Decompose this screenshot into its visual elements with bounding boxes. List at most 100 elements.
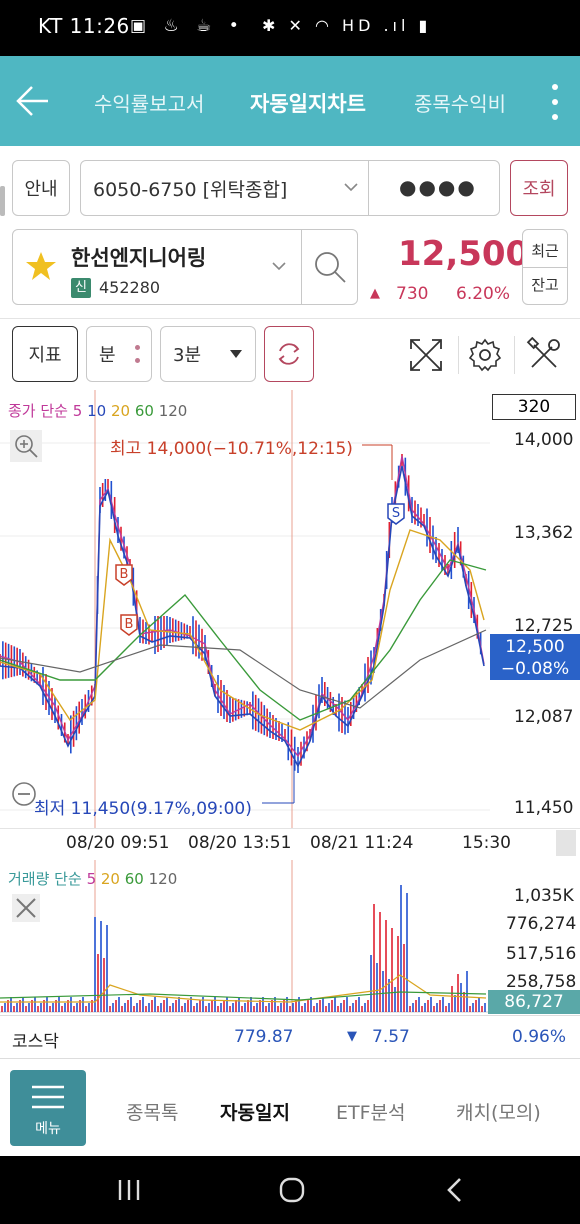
buy-marker-label: B [125, 617, 134, 632]
nav-etf-analysis[interactable]: ETF분석 [336, 1098, 406, 1125]
volume-ma60-line [0, 991, 487, 1001]
divider [368, 161, 369, 215]
ma10-line [0, 465, 485, 768]
back-icon[interactable] [444, 1176, 464, 1204]
android-nav-bar [0, 1156, 580, 1224]
bottom-nav: 메뉴 종목톡 자동일지 ETF분석 캐치(모의) [0, 1060, 580, 1156]
account-select[interactable]: 6050-6750 [위탁종합] ●●●● [80, 160, 500, 216]
stock-selector[interactable]: 한선엔지니어링 신 452280 [12, 229, 358, 305]
up-triangle-icon: ▲ [370, 286, 380, 301]
star-favorite-icon[interactable] [25, 250, 57, 282]
unit-label: 분 [99, 345, 116, 366]
kosdaq-name: 코스닥 [12, 1032, 59, 1052]
legend-ma20: 20 [110, 402, 131, 420]
volume-legend-prefix: 거래량 단순 [8, 870, 82, 888]
kosdaq-value: 779.87 [234, 1027, 294, 1047]
unit-select[interactable]: 분 [86, 326, 152, 382]
new-listing-badge: 신 [71, 278, 91, 298]
current-price: 12,500 [398, 234, 530, 274]
legend-ma5: 5 [72, 402, 83, 420]
tab-auto-journal-chart[interactable]: 자동일지차트 [250, 88, 366, 118]
app-header: 수익률보고서 자동일지차트 종목수익비 [0, 56, 580, 146]
chart-area[interactable]: B B S 종가 단순 5 10 20 60 120 320 최고 14,000(−… [0, 390, 580, 1015]
divider [301, 230, 302, 304]
tab-stock-return[interactable]: 종목수익비 [414, 88, 506, 117]
indicator-button[interactable]: 지표 [12, 326, 78, 382]
current-price-pct: −0.08% [500, 659, 570, 679]
fullscreen-icon[interactable] [408, 337, 444, 373]
ma60-line [0, 559, 487, 721]
volume-tick: 1,035K [514, 886, 574, 906]
y-tick: 13,362 [514, 523, 574, 543]
legend-ma10: 10 [87, 402, 107, 420]
sell-marker-label: S [392, 506, 400, 521]
x-tick: 08/20 09:51 [66, 833, 170, 853]
tab-return-report[interactable]: 수익률보고서 [94, 88, 204, 117]
volume-current-tag: 86,727 [488, 990, 580, 1014]
more-vert-icon[interactable] [548, 80, 562, 124]
guide-button[interactable]: 안내 [12, 160, 70, 216]
menu-button[interactable]: 메뉴 [10, 1070, 86, 1146]
y-tick: 11,450 [514, 798, 574, 818]
nav-auto-journal[interactable]: 자동일지 [220, 1098, 290, 1125]
chevron-down-icon [344, 183, 358, 192]
volume-legend: 거래량 단순 5 20 60 120 [8, 868, 177, 889]
high-annotation: 최고 14,000(−10.71%,12:15) [110, 439, 353, 459]
password-field[interactable]: ●●●● [399, 175, 477, 199]
gear-icon[interactable] [468, 337, 502, 373]
current-price-tag: 12,500 −0.08% [490, 634, 580, 680]
account-value: 6050-6750 [위탁종합] [93, 178, 288, 201]
legend-ma120: 120 [158, 402, 188, 420]
legend-ma60: 60 [134, 402, 154, 420]
stock-code: 452280 [99, 278, 161, 297]
volume-tick: 517,516 [506, 944, 577, 964]
volume-ma60: 60 [124, 870, 144, 888]
x-tick: 15:30 [462, 833, 511, 853]
kosdaq-ticker[interactable]: 코스닥 779.87 ▼ 7.57 0.96% [0, 1015, 580, 1059]
close-icon[interactable] [12, 894, 40, 922]
chevron-down-icon [272, 262, 286, 271]
volume-ma20: 20 [100, 870, 120, 888]
recent-balance-toggle[interactable]: 최근 잔고 [522, 229, 568, 305]
volume-ma120: 120 [148, 870, 178, 888]
divider [458, 336, 459, 374]
x-tick: 08/20 13:51 [188, 833, 292, 853]
buy-marker-label: B [120, 567, 129, 582]
back-arrow-icon[interactable] [14, 78, 50, 124]
volume-tick: 258,758 [506, 972, 577, 992]
legend-prefix: 종가 단순 [8, 402, 68, 420]
y-tick: 12,725 [514, 616, 574, 636]
kosdaq-pct: 0.96% [512, 1027, 567, 1047]
candlestick-chart[interactable]: B B S [0, 390, 580, 1015]
kosdaq-change: 7.57 [372, 1027, 410, 1047]
balance-label: 잔고 [531, 275, 559, 294]
nav-stock-talk[interactable]: 종목톡 [126, 1098, 178, 1125]
tools-icon[interactable] [526, 337, 562, 373]
current-price-value: 12,500 [505, 637, 565, 657]
side-handle[interactable] [0, 186, 5, 216]
nav-catch-mock[interactable]: 캐치(모의) [456, 1098, 541, 1125]
search-icon[interactable] [313, 250, 347, 284]
hamburger-icon [32, 1085, 64, 1109]
y-tick: 12,087 [514, 707, 574, 727]
stock-name: 한선엔지니어링 [71, 246, 207, 270]
volume-tick: 776,274 [506, 914, 577, 934]
refresh-button[interactable] [264, 326, 314, 382]
interval-select[interactable]: 3분 [160, 326, 256, 382]
recent-label: 최근 [531, 241, 559, 260]
status-time: KT 11:26 [38, 14, 130, 38]
down-triangle-icon: ▼ [347, 1029, 357, 1044]
query-button[interactable]: 조회 [510, 160, 568, 216]
menu-label: 메뉴 [35, 1121, 61, 1137]
zoom-in-icon[interactable] [10, 430, 42, 462]
home-icon[interactable] [278, 1176, 306, 1204]
price-change: 730 [396, 284, 429, 304]
bar-count-box[interactable]: 320 [492, 394, 576, 420]
x-tick: 08/21 11:24 [310, 833, 414, 853]
system-icons: ✱ ✕ ◠ HD .ıl ▮ [262, 16, 432, 35]
notification-icons: ▣ ♨ ☕ • [130, 16, 245, 36]
dot-icon [135, 345, 140, 350]
recent-apps-icon[interactable] [116, 1178, 142, 1202]
dot-icon [135, 358, 140, 363]
scroll-handle[interactable] [556, 830, 576, 856]
